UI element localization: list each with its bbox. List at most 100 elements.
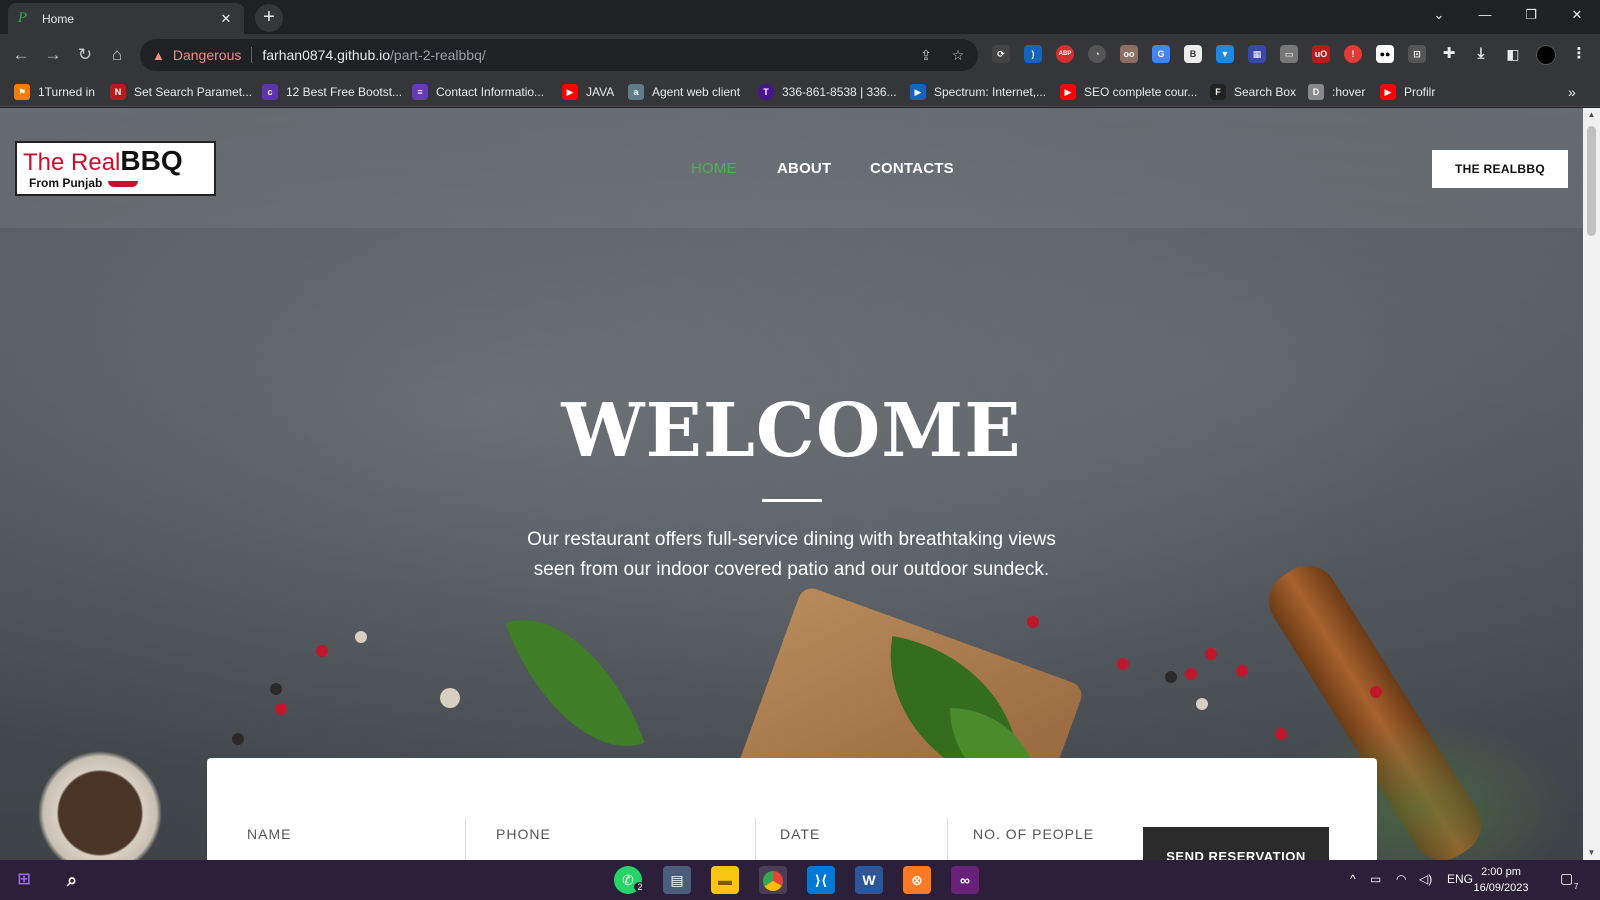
clock-date: 16/09/2023 bbox=[1473, 882, 1529, 894]
bookmark-item[interactable]: a Agent web client bbox=[628, 82, 740, 101]
ns-icon: N bbox=[110, 83, 126, 100]
bookmark-icon: ⚑ bbox=[14, 83, 30, 100]
nav-contacts-link[interactable]: CONTACTS bbox=[870, 160, 954, 177]
hero-divider bbox=[762, 499, 822, 502]
bookmark-label: SEO complete cour... bbox=[1084, 84, 1198, 99]
bookmark-item[interactable]: ▶ JAVA bbox=[562, 82, 614, 101]
whatsapp-badge: 2 bbox=[634, 882, 646, 892]
spy-extension-icon[interactable]: ●● bbox=[1376, 45, 1394, 63]
youtube-icon: ▶ bbox=[1380, 83, 1396, 100]
side-panel-icon[interactable]: ◧ bbox=[1504, 45, 1522, 63]
send-reservation-button[interactable]: SEND RESERVATION bbox=[1143, 827, 1329, 860]
shield-extension-icon[interactable]: ▼ bbox=[1216, 45, 1234, 63]
red-extension-icon[interactable]: ! bbox=[1344, 45, 1362, 63]
download-icon[interactable]: ⤓ bbox=[1472, 45, 1490, 63]
bookmark-item[interactable]: ▶ SEO complete cour... bbox=[1060, 82, 1197, 101]
sync-extension-icon[interactable]: ⟳ bbox=[992, 45, 1010, 63]
tab-search-icon[interactable]: ⌄ bbox=[1416, 0, 1462, 30]
visual-studio-icon[interactable]: ∞ bbox=[951, 866, 979, 894]
site-logo[interactable]: The RealBBQ From Punjab bbox=[15, 141, 216, 196]
search-icon[interactable]: ⌕ bbox=[58, 866, 86, 894]
battery-icon[interactable]: ▭ bbox=[1370, 872, 1381, 886]
file-explorer-icon[interactable]: ▬ bbox=[711, 866, 739, 894]
bookmark-label: 1Turned in bbox=[38, 84, 95, 99]
peppercorn-icon bbox=[1117, 658, 1129, 670]
bookmark-item[interactable]: F Search Box bbox=[1210, 82, 1296, 101]
minimize-button[interactable]: — bbox=[1462, 0, 1508, 30]
dg-icon: D bbox=[1308, 83, 1324, 100]
name-field[interactable]: NAME bbox=[247, 818, 466, 860]
word-icon[interactable]: W bbox=[855, 866, 883, 894]
bookmark-item[interactable]: ⚑ 1Turned in bbox=[14, 82, 95, 101]
peppercorn-icon bbox=[1027, 616, 1039, 628]
bookmark-label: Agent web client bbox=[652, 84, 741, 99]
realbbq-button[interactable]: THE REALBBQ bbox=[1432, 150, 1568, 188]
address-bar[interactable]: ▲ Dangerous farhan0874.github.io /part-2… bbox=[140, 39, 978, 71]
home-icon[interactable]: ⌂ bbox=[104, 42, 130, 68]
peppercorn-icon bbox=[232, 733, 244, 745]
peppercorn-icon bbox=[275, 703, 287, 715]
menu-kebab-icon[interactable]: ⋮ bbox=[1570, 45, 1588, 63]
ublock-origin-icon[interactable]: uO bbox=[1312, 45, 1330, 63]
bookmark-item[interactable]: D :hover bbox=[1308, 82, 1365, 101]
date-field[interactable]: DATE bbox=[780, 818, 948, 860]
share-icon[interactable]: ⇪ bbox=[916, 45, 936, 65]
bookmark-label: :hover bbox=[1332, 84, 1366, 99]
xampp-icon[interactable]: ⊗ bbox=[903, 866, 931, 894]
card-extension-icon[interactable]: ▭ bbox=[1280, 45, 1298, 63]
translate-extension-icon[interactable]: G bbox=[1152, 45, 1170, 63]
extensions-puzzle-icon[interactable]: ✚ bbox=[1440, 45, 1458, 63]
back-icon[interactable]: ← bbox=[8, 42, 34, 68]
notifications-icon[interactable]: ▢ bbox=[1560, 870, 1573, 887]
vscode-icon[interactable]: ⟩⟨ bbox=[807, 866, 835, 894]
restore-button[interactable]: ❐ bbox=[1508, 0, 1554, 30]
b-extension-icon[interactable]: B bbox=[1184, 45, 1202, 63]
scroll-down-icon[interactable]: ▼ bbox=[1583, 846, 1600, 860]
bookmark-star-icon[interactable]: ☆ bbox=[948, 45, 968, 65]
show-hidden-icons-icon[interactable]: ^ bbox=[1350, 872, 1356, 886]
close-window-button[interactable]: ✕ bbox=[1554, 0, 1600, 30]
eyes-extension-icon[interactable]: oo bbox=[1120, 45, 1138, 63]
hero-title: WELCOME bbox=[561, 388, 1022, 474]
remote-desktop-icon[interactable]: ▤ bbox=[663, 866, 691, 894]
profile-avatar[interactable] bbox=[1536, 45, 1556, 65]
nav-about-link[interactable]: ABOUT bbox=[777, 160, 831, 177]
close-tab-icon[interactable]: ✕ bbox=[218, 11, 234, 27]
logo-text-red: The Real bbox=[23, 149, 121, 176]
more-bookmarks-icon[interactable]: » bbox=[1568, 82, 1576, 101]
bookmark-item[interactable]: T 336-861-8538 | 336... bbox=[758, 82, 897, 101]
peppercorn-icon bbox=[1196, 698, 1208, 710]
browser-tab[interactable]: P Home ✕ bbox=[8, 3, 244, 34]
peppercorn-icon bbox=[1275, 728, 1287, 740]
forward-icon[interactable]: → bbox=[40, 42, 66, 68]
audio-extension-icon[interactable]: ) bbox=[1024, 45, 1042, 63]
hero-description: Our restaurant offers full-service dinin… bbox=[527, 529, 1056, 580]
bookmark-item[interactable]: ▶ Profilr bbox=[1380, 82, 1435, 101]
unlock-extension-icon[interactable]: ⊡ bbox=[1408, 45, 1426, 63]
system-clock[interactable]: 2:00 pm 16/09/2023 bbox=[1466, 864, 1536, 896]
bookmark-item[interactable]: ▶ Spectrum: Internet,... bbox=[910, 82, 1046, 101]
wifi-icon[interactable]: ◠ bbox=[1396, 872, 1406, 886]
clock-time: 2:00 pm bbox=[1481, 866, 1521, 878]
phone-field[interactable]: PHONE bbox=[496, 818, 756, 860]
grid-extension-icon[interactable]: ▦ bbox=[1248, 45, 1266, 63]
nav-home-link[interactable]: HOME bbox=[691, 160, 737, 177]
address-separator bbox=[251, 47, 253, 63]
start-menu-icon[interactable]: ⊞ bbox=[10, 866, 38, 894]
volume-icon[interactable]: ◁) bbox=[1419, 872, 1432, 886]
peppercorn-icon bbox=[1205, 648, 1217, 660]
new-tab-button[interactable]: + bbox=[255, 4, 283, 32]
bookmark-item[interactable]: c 12 Best Free Bootst... bbox=[262, 82, 402, 101]
tab-title: Home bbox=[42, 11, 75, 26]
speed-extension-icon[interactable]: ◔ bbox=[1088, 45, 1106, 63]
bookmark-item[interactable]: ≡ Contact Informatio... bbox=[412, 82, 544, 101]
bookmark-item[interactable]: N Set Search Paramet... bbox=[110, 82, 252, 101]
scrollbar-thumb[interactable] bbox=[1587, 126, 1596, 236]
reload-icon[interactable]: ↻ bbox=[72, 42, 98, 68]
page-viewport: The RealBBQ From Punjab HOME ABOUT CONTA… bbox=[0, 108, 1583, 860]
chrome-icon[interactable] bbox=[759, 866, 787, 894]
page-scrollbar[interactable]: ▲ ▼ bbox=[1583, 108, 1600, 860]
people-count-field[interactable]: NO. OF PEOPLE bbox=[973, 818, 1133, 860]
scroll-up-icon[interactable]: ▲ bbox=[1583, 108, 1600, 122]
adblock-plus-icon[interactable]: ABP bbox=[1056, 45, 1074, 63]
